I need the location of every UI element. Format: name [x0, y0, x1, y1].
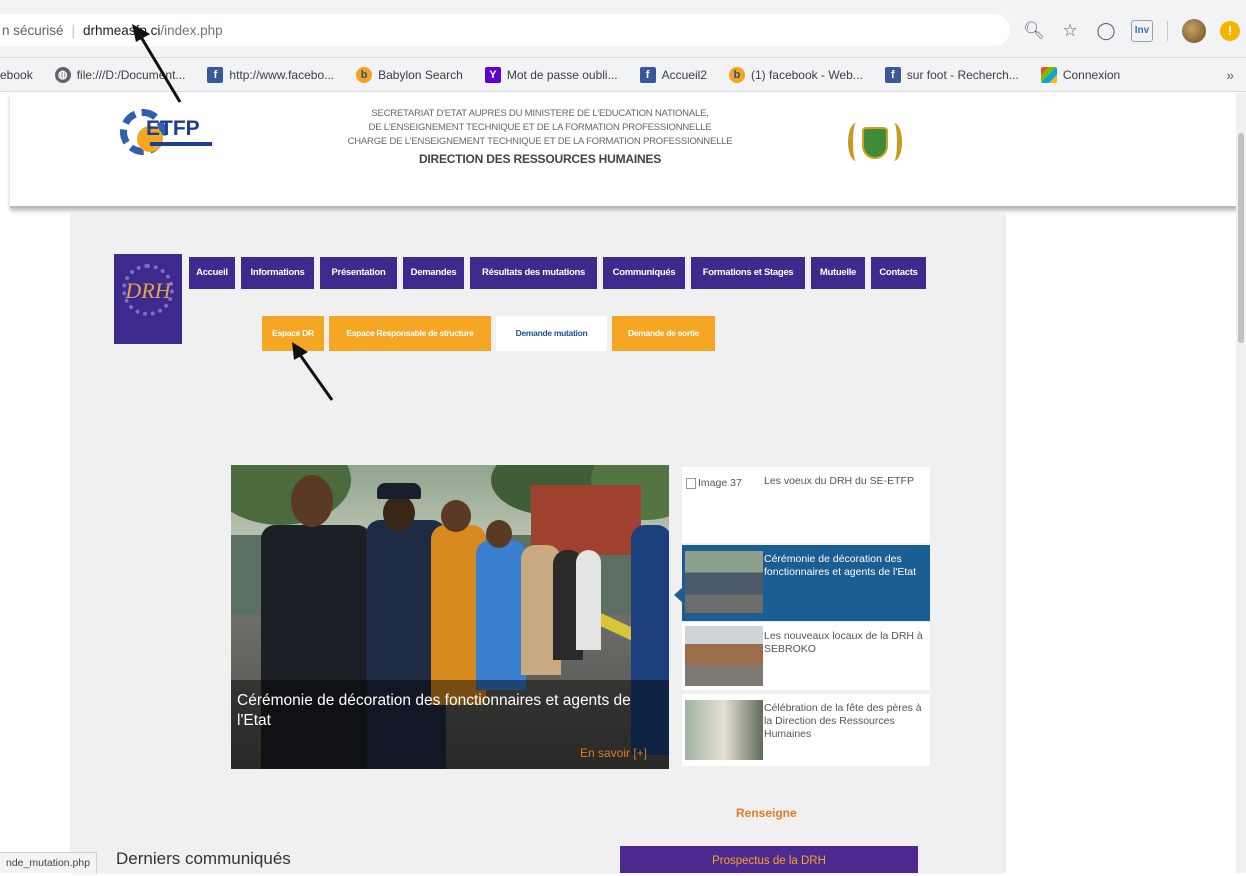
thumb-item[interactable]: Célébration de la fête des pères à la Di…: [682, 694, 930, 766]
header-line: DE L'ENSEIGNEMENT TECHNIQUE ET DE LA FOR…: [368, 122, 712, 133]
bookmark-label: Connexion: [1062, 67, 1121, 82]
facebook-icon: f: [884, 66, 901, 83]
bookmark-item[interactable]: ebook: [0, 68, 33, 82]
profile-avatar-icon[interactable]: [1182, 19, 1206, 43]
bookmark-item[interactable]: f Accueil2: [639, 66, 707, 83]
opera-icon[interactable]: ◯: [1095, 19, 1117, 43]
bookmark-item[interactable]: b Babylon Search: [356, 66, 463, 83]
thumb-item-active[interactable]: Cérémonie de décoration des fonctionnair…: [682, 545, 930, 621]
bookmark-item[interactable]: b (1) facebook - Web...: [728, 66, 863, 83]
facebook-icon: f: [639, 66, 656, 83]
page-scrollbar[interactable]: [1236, 93, 1246, 873]
bookmark-label: sur foot - Recherch...: [906, 67, 1019, 82]
thumb-title: Cérémonie de décoration des fonctionnair…: [764, 553, 917, 578]
yahoo-icon: Y: [484, 66, 501, 83]
bookmark-item[interactable]: f sur foot - Recherch...: [884, 66, 1019, 83]
thumb-image: [685, 626, 763, 686]
logo-underline: [150, 142, 212, 146]
drh-logo-text: DRH: [125, 278, 171, 303]
direction-title: DIRECTION DES RESSOURCES HUMAINES: [418, 152, 662, 166]
submenu-demande-mutation[interactable]: Demande mutation: [496, 316, 607, 351]
derniers-communiques-heading: Derniers communiqués: [116, 849, 291, 868]
header-line: SECRETARIAT D'ETAT AUPRES DU MINISTERE D…: [371, 108, 709, 119]
menu-contacts[interactable]: Contacts: [871, 257, 926, 289]
coat-of-arms-icon: [846, 119, 904, 165]
bookmark-item[interactable]: f http://www.facebo...: [207, 66, 335, 83]
slider-caption: Cérémonie de décoration des fonctionnair…: [237, 692, 631, 729]
scrollbar-thumb[interactable]: [1238, 133, 1244, 343]
menu-formations-stages[interactable]: Formations et Stages: [691, 257, 805, 289]
menu-resultats-mutations[interactable]: Résultats des mutations: [470, 257, 597, 289]
zoom-icon[interactable]: 🔍︎: [1023, 19, 1045, 43]
drh-logo[interactable]: DRH: [114, 254, 182, 344]
header-text: SECRETARIAT D'ETAT AUPRES DU MINISTERE D…: [300, 107, 780, 166]
broken-image-icon: Image 37: [686, 477, 742, 489]
image-alt-text: Image 37: [698, 477, 742, 489]
security-label: n sécurisé: [2, 22, 64, 38]
bookmark-label: http://www.facebo...: [229, 67, 335, 82]
read-more-link[interactable]: En savoir [+]: [580, 746, 647, 760]
thumb-item[interactable]: Image 37 Les voeux du DRH du SE-ETFP: [682, 467, 930, 543]
header-line: CHARGE DE L'ENSEIGNEMENT TECHNIQUE ET DE…: [347, 136, 733, 147]
thumb-item[interactable]: Les nouveaux locaux de la DRH à SEBROKO: [682, 622, 930, 690]
site-header: ETFP SECRETARIAT D'ETAT AUPRES DU MINIST…: [10, 93, 1242, 208]
menu-mutuelle[interactable]: Mutuelle: [811, 257, 865, 289]
menu-presentation[interactable]: Présentation: [320, 257, 397, 289]
address-separator: |: [71, 22, 76, 38]
thumb-title: Célébration de la fête des pères à la Di…: [764, 702, 922, 740]
facebook-icon: f: [207, 66, 224, 83]
thumb-image: [685, 700, 763, 760]
annotation-arrow: [132, 24, 182, 103]
toolbar-divider: [1167, 21, 1168, 41]
menu-informations[interactable]: Informations: [241, 257, 314, 289]
bookmark-label: Mot de passe oubli...: [506, 67, 618, 82]
menu-communiques[interactable]: Communiqués: [603, 257, 685, 289]
prospectus-button[interactable]: Prospectus de la DRH: [620, 846, 918, 873]
menu-demandes[interactable]: Demandes: [403, 257, 464, 289]
bookmark-label: Accueil2: [661, 67, 707, 82]
submenu-espace-responsable[interactable]: Espace Responsable de structure: [329, 316, 491, 351]
submenu-demande-sortie[interactable]: Demande de sortie: [612, 316, 715, 351]
annotation-arrow: [292, 342, 334, 401]
menu-accueil[interactable]: Accueil: [189, 257, 235, 289]
windows-icon: [1040, 66, 1057, 83]
renseigne-heading: Renseigne: [736, 806, 797, 820]
status-bar-url: nde_mutation.php: [0, 852, 98, 873]
bookmark-label: ebook: [0, 67, 33, 82]
bookmark-label: (1) facebook - Web...: [750, 67, 863, 82]
thumb-image: [685, 551, 763, 613]
bookmarks-overflow-button[interactable]: »: [1226, 67, 1234, 83]
etfp-logo[interactable]: ETFP: [120, 109, 230, 161]
thumb-title: Les nouveaux locaux de la DRH à SEBROKO: [764, 630, 923, 655]
bookmark-star-icon[interactable]: ☆: [1059, 19, 1081, 43]
bookmark-label: Babylon Search: [378, 67, 463, 82]
bookmark-item[interactable]: Y Mot de passe oubli...: [484, 66, 618, 83]
news-slider[interactable]: Cérémonie de décoration des fonctionnair…: [231, 465, 669, 769]
babylon-icon: b: [728, 66, 745, 83]
etfp-logo-text: ETFP: [146, 117, 200, 140]
extension-icon[interactable]: Inv: [1131, 20, 1153, 42]
bookmark-item[interactable]: Connexion: [1040, 66, 1121, 83]
browser-actions: 🔍︎ ☆ ◯ Inv !: [1023, 18, 1246, 44]
babylon-icon: b: [356, 66, 373, 83]
update-icon[interactable]: !: [1220, 21, 1240, 41]
thumb-title: Les voeux du DRH du SE-ETFP: [764, 475, 914, 487]
globe-icon: ◍: [54, 66, 71, 83]
